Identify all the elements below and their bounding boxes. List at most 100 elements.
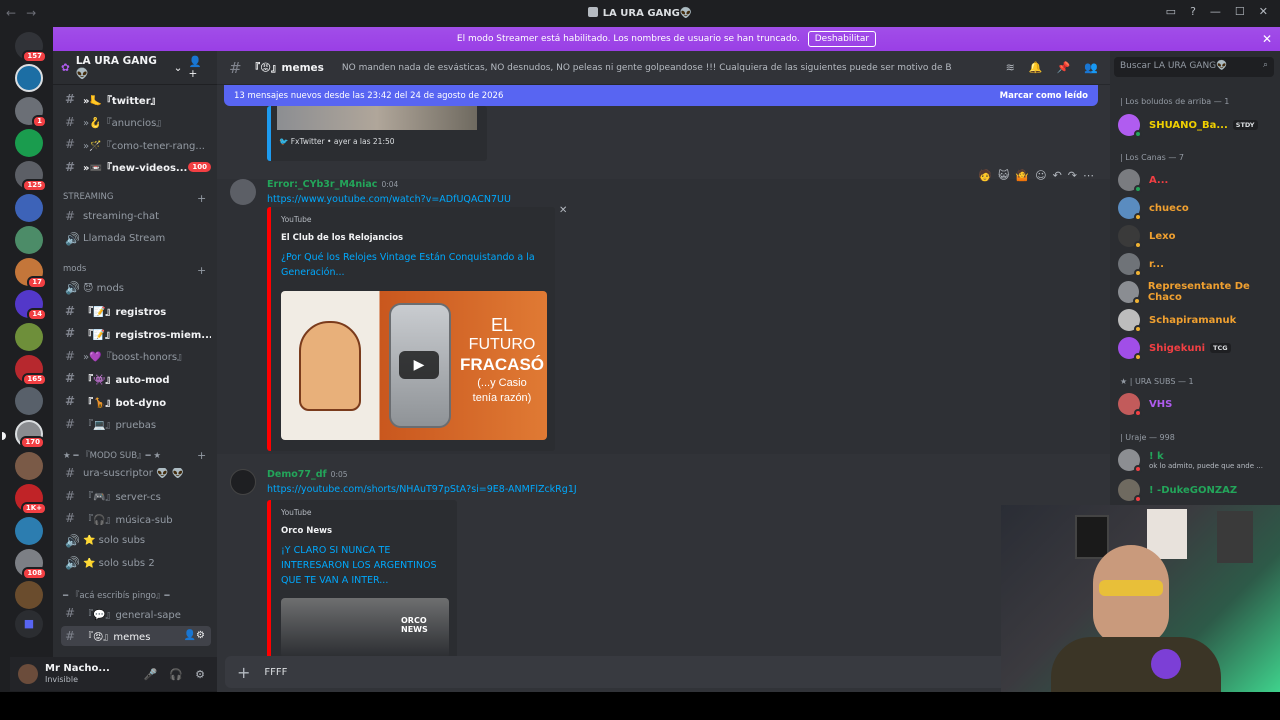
channel-item[interactable]: # streaming-chat	[61, 206, 211, 226]
avatar[interactable]	[18, 664, 38, 684]
embed-author[interactable]: El Club de los Relojancios	[281, 233, 403, 243]
close-window-button[interactable]: ✕	[1259, 5, 1268, 18]
server-icon-8[interactable]: 14	[15, 290, 47, 322]
reaction-1-icon[interactable]: 🧑	[978, 169, 992, 182]
folder-icon[interactable]: ■	[15, 610, 43, 638]
embed-title[interactable]: ¿Por Qué los Relojes Vintage Están Conqu…	[281, 250, 543, 280]
attach-plus-icon[interactable]: +	[237, 663, 250, 682]
username[interactable]: Demo77_df	[267, 469, 327, 480]
channel-item[interactable]: # 『🎮』server-cs	[61, 486, 211, 506]
channel-item[interactable]: # »🪄『como-tener-rang...	[61, 134, 211, 154]
members-icon[interactable]: 👥	[1084, 61, 1098, 74]
reply-icon[interactable]: ↶	[1053, 169, 1062, 182]
server-icon-4[interactable]: 125	[15, 161, 47, 193]
member-item[interactable]: Shigekuni TCG	[1118, 337, 1231, 361]
add-channel-icon[interactable]: +	[197, 449, 206, 462]
guild-header[interactable]: ✿ LA URA GANG 👽 ⌄ 👤+	[53, 51, 217, 85]
mark-read-button[interactable]: Marcar como leído	[1000, 91, 1088, 101]
server-icon-2[interactable]: 1	[15, 96, 47, 128]
channel-item[interactable]: # 『📝』registros	[61, 301, 211, 321]
channel-item[interactable]: # 『👾』auto-mod	[61, 368, 211, 388]
member-item[interactable]: ! -DukeGONZAZ	[1118, 479, 1237, 503]
message-composer[interactable]: + FFFF 🎁	[225, 656, 1102, 688]
bell-icon[interactable]: 🔔	[1029, 61, 1043, 74]
avatar[interactable]	[230, 179, 256, 205]
video-thumbnail[interactable]: ▶ EL FUTURO FRACASÓ (...y Casio tenía ra…	[281, 291, 547, 440]
channel-item[interactable]: # »🦶『twitter』	[61, 89, 211, 109]
channel-category[interactable]: ━ 『acá escribís pingo』━	[63, 589, 170, 601]
channel-item[interactable]: 🔊 ⭐ solo subs 2	[61, 553, 211, 573]
more-icon[interactable]: ⋯	[1083, 169, 1094, 182]
add-reaction-icon[interactable]: ☺	[1035, 169, 1046, 182]
server-icon-15[interactable]	[15, 516, 43, 545]
member-item[interactable]: Representante De Chaco	[1118, 281, 1280, 305]
microphone-icon[interactable]: 🎤	[144, 668, 158, 681]
threads-icon[interactable]: ≋	[1006, 61, 1015, 74]
channel-item[interactable]: # 『😡』memes 👤⚙	[61, 625, 211, 646]
video-thumbnail[interactable]: ORCO NEWS	[281, 598, 449, 658]
embed-title[interactable]: ¡Y CLARO SI NUNCA TE INTERESARON LOS ARG…	[281, 543, 451, 588]
channel-category[interactable]: STREAMING +	[63, 192, 206, 205]
server-icon-12[interactable]: 170	[2, 419, 45, 449]
channel-item[interactable]: # 『🦒』bot-dyno	[61, 391, 211, 411]
channel-category[interactable]: ★ ━ 『MODO SUB』━ ★ +	[63, 449, 206, 462]
server-icon-10[interactable]: 165	[15, 355, 47, 386]
channel-item[interactable]: # 『📝』registros-miem...	[61, 323, 211, 343]
server-icon-17[interactable]	[15, 581, 43, 610]
embed-image[interactable]	[277, 106, 477, 130]
member-item[interactable]: SHUANO_Ba... STDY	[1118, 114, 1258, 138]
help-icon[interactable]: ?	[1190, 5, 1196, 18]
close-icon[interactable]: ✕	[559, 205, 567, 216]
channel-item[interactable]: # »🪝『anuncios』	[61, 112, 211, 132]
channel-category[interactable]: mods +	[63, 264, 206, 277]
server-icon-7[interactable]: 17	[15, 258, 47, 290]
minimize-button[interactable]: —	[1210, 5, 1221, 18]
server-icon-13[interactable]	[15, 451, 43, 480]
channel-item[interactable]: # 『💬』general-sape	[61, 603, 211, 623]
reaction-3-icon[interactable]: 🤷	[1015, 169, 1029, 182]
channel-item[interactable]: # ura-suscriptor 👽 👽	[61, 463, 211, 483]
channel-item[interactable]: # 『🎧』música-sub	[61, 508, 211, 528]
play-icon[interactable]: ▶	[399, 351, 439, 379]
server-icon-9[interactable]	[15, 322, 43, 351]
member-item[interactable]: A...	[1118, 169, 1168, 193]
member-item[interactable]: ! k ok lo admito, puede que ande ...	[1118, 449, 1263, 473]
reaction-2-icon[interactable]: 😺	[998, 169, 1009, 182]
server-icon-1[interactable]	[15, 64, 43, 93]
headphones-icon[interactable]: 🎧	[169, 668, 183, 681]
message-link[interactable]: https://www.youtube.com/watch?v=ADfUQACN…	[267, 194, 511, 205]
server-icon-3[interactable]	[15, 128, 43, 157]
inbox-icon[interactable]: ▭	[1166, 5, 1176, 18]
channel-settings-icon[interactable]: 👤⚙	[184, 630, 205, 641]
user-info[interactable]: Mr Nacho... Invisible	[45, 663, 110, 685]
channel-item[interactable]: # »📼『new-videos... 100	[61, 157, 211, 177]
member-item[interactable]: chueco	[1118, 197, 1189, 221]
close-icon[interactable]: ✕	[1262, 32, 1272, 46]
embed-author[interactable]: Orco News	[281, 526, 332, 536]
server-icon-6[interactable]	[15, 225, 43, 254]
message-input[interactable]: FFFF	[264, 667, 287, 678]
message-link[interactable]: https://youtube.com/shorts/NHAuT97pStA?s…	[267, 484, 577, 495]
new-messages-bar[interactable]: 13 mensajes nuevos desde las 23:42 del 2…	[224, 85, 1098, 106]
maximize-button[interactable]: ☐	[1235, 5, 1245, 18]
server-icon-5[interactable]	[15, 193, 43, 222]
server-icon-14[interactable]: 1K+	[15, 484, 47, 516]
channel-item[interactable]: 🔊 😈 mods	[61, 278, 211, 298]
channel-item[interactable]: # »💜『boost-honors』	[61, 346, 211, 366]
add-channel-icon[interactable]: +	[197, 264, 206, 277]
server-icon-0[interactable]: 157	[15, 32, 47, 63]
server-icon-16[interactable]: 108	[15, 548, 47, 580]
server-icon-11[interactable]	[15, 387, 43, 416]
channel-item[interactable]: 🔊 ⭐ solo subs	[61, 531, 211, 551]
channel-item[interactable]: 🔊 Llamada Stream	[61, 229, 211, 249]
forward-icon[interactable]: ↷	[1068, 169, 1077, 182]
member-item[interactable]: Lexo	[1118, 225, 1175, 249]
username[interactable]: Error:_CYb3r_M4niac	[267, 179, 377, 190]
disable-streamer-button[interactable]: Deshabilitar	[807, 31, 877, 47]
search-input[interactable]: Buscar LA URA GANG👽 ⌕	[1114, 57, 1274, 77]
add-channel-icon[interactable]: +	[197, 192, 206, 205]
gear-icon[interactable]: ⚙	[195, 668, 205, 681]
avatar[interactable]	[230, 469, 256, 495]
channel-item[interactable]: # 『💻』pruebas	[61, 414, 211, 434]
channel-topic[interactable]: NO manden nada de esvásticas, NO desnudo…	[342, 63, 952, 73]
